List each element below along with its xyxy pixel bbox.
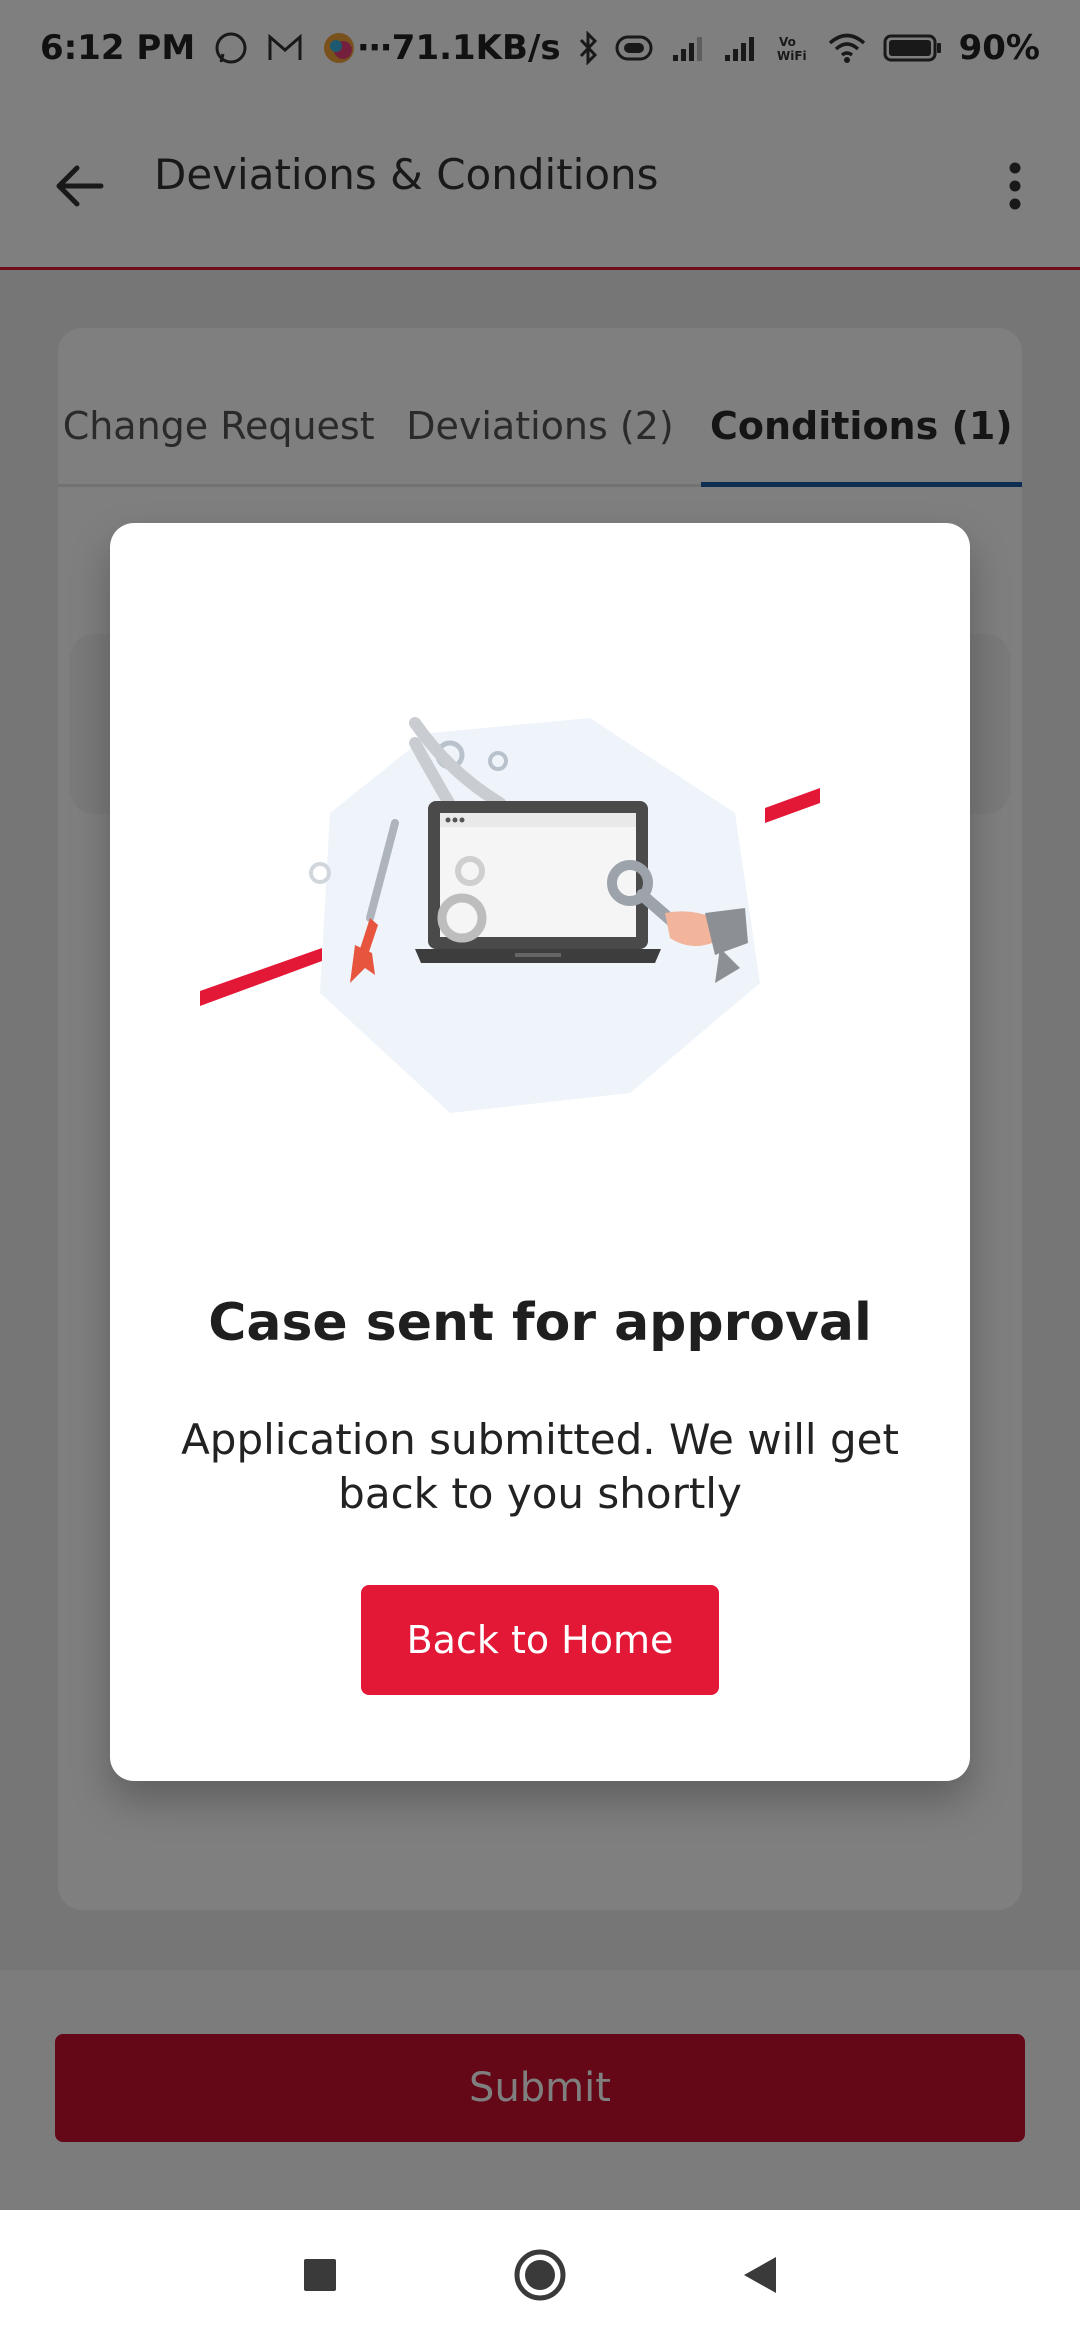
- approval-dialog: Case sent for approval Application submi…: [110, 523, 970, 1781]
- maintenance-illustration-icon: [200, 717, 820, 1113]
- circle-icon: [514, 2249, 566, 2301]
- back-nav-button[interactable]: [720, 2235, 800, 2315]
- back-to-home-button[interactable]: Back to Home: [361, 1585, 719, 1695]
- square-icon: [304, 2259, 336, 2291]
- dialog-title: Case sent for approval: [208, 1293, 872, 1353]
- recents-button[interactable]: [280, 2235, 360, 2315]
- triangle-back-icon: [744, 2257, 776, 2293]
- dialog-message: Application submitted. We will get back …: [181, 1415, 899, 1518]
- system-nav-bar: [0, 2210, 1080, 2340]
- home-button[interactable]: [500, 2235, 580, 2315]
